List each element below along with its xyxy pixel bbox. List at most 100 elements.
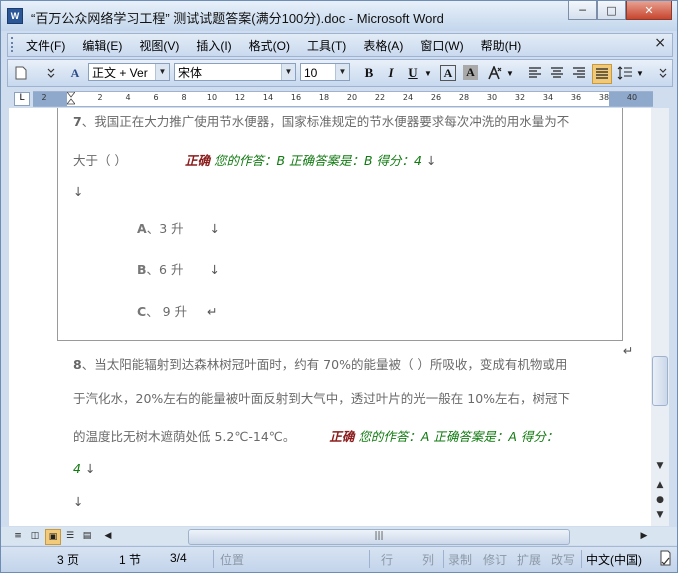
new-document-icon[interactable] (12, 64, 30, 82)
status-divider (581, 550, 582, 568)
q7-blank-text: 大于（ ） (73, 153, 127, 168)
outline-view-icon[interactable]: ☰ (63, 529, 77, 543)
status-extend[interactable]: 扩展 (517, 551, 541, 568)
font-size-dropdown[interactable]: 10 ▼ (300, 63, 350, 81)
toolbar-overflow-icon[interactable] (654, 64, 672, 82)
status-language[interactable]: 中文(中国) (586, 551, 642, 568)
web-layout-icon[interactable]: ◫ (28, 529, 42, 543)
menu-help[interactable]: 帮助(H) (481, 37, 522, 54)
tab-selector-button[interactable]: L (14, 92, 30, 106)
underline-button[interactable]: U (404, 64, 422, 82)
ruler-mark: 30 (486, 93, 498, 102)
style-dropdown[interactable]: 正文 + Ver ▼ (88, 63, 170, 81)
font-value: 宋体 (178, 66, 203, 80)
ruler-mark: 10 (206, 93, 218, 102)
option-text: 、 9 升 (146, 304, 188, 319)
table-border-left (57, 108, 58, 340)
cell-end-mark: ↵ (623, 343, 633, 358)
select-browse-object-icon[interactable]: ● (653, 495, 667, 505)
formatting-toolbar: A 正文 + Ver ▼ 宋体 ▼ 10 ▼ B I U ▼ A A ▼ ▼ (7, 59, 673, 87)
status-section: 1 节 (119, 553, 142, 567)
print-layout-icon[interactable]: ▣ (45, 529, 61, 545)
toolbar-options-icon[interactable] (42, 64, 60, 82)
vertical-scrollbar[interactable]: ▼ ▲ ● ▼ (651, 108, 669, 526)
justify-icon[interactable] (592, 64, 612, 84)
underline-dropdown-icon[interactable]: ▼ (424, 64, 432, 82)
horizontal-ruler[interactable]: 2 2 4 6 8 10 12 14 16 18 20 22 24 26 28 … (33, 91, 653, 107)
menu-bar: 文件(F) 编辑(E) 视图(V) 插入(I) 格式(O) 工具(T) 表格(A… (7, 33, 673, 57)
ruler-left-margin (33, 92, 67, 106)
maximize-button[interactable]: □ (597, 1, 626, 20)
indent-marker-icon[interactable] (67, 92, 75, 105)
q8-answer-text: 您的作答：A 正确答案是：A 得分： (358, 429, 559, 444)
text-effects-icon[interactable] (486, 64, 504, 82)
close-button[interactable]: ✕ (626, 1, 672, 20)
horizontal-scroll-thumb[interactable]: ||| (188, 529, 570, 545)
previous-page-icon[interactable]: ▲ (653, 480, 667, 490)
return-mark: ↵ (623, 343, 634, 358)
ruler-mark: 14 (262, 93, 274, 102)
status-overwrite[interactable]: 改写 (551, 551, 575, 568)
menu-file[interactable]: 文件(F) (26, 37, 65, 54)
menu-grip[interactable] (11, 37, 16, 52)
q7-number: 7 (73, 114, 82, 129)
vertical-scroll-thumb[interactable] (652, 356, 668, 406)
ruler-mark: 24 (402, 93, 414, 102)
ruler-mark: 36 (570, 93, 582, 102)
option-text: 、6 升 (146, 262, 184, 277)
scroll-down-arrow-icon[interactable]: ▼ (653, 461, 667, 471)
normal-view-icon[interactable]: ≡ (11, 529, 25, 543)
q7-text: 、我国正在大力推广使用节水便器，国家标准规定的节水便器要求每次冲洗的用水量为不 (81, 114, 570, 129)
ruler-mark: 4 (125, 93, 131, 102)
q7-option-c: C、 9 升 ↵ (137, 301, 218, 320)
q8-text-2: 于汽化水，20%左右的能量被叶面反射到大气中，透过叶片的光一般在 10%左右，树… (73, 391, 571, 406)
status-divider (213, 550, 214, 568)
menu-format[interactable]: 格式(O) (249, 37, 290, 54)
word-app-icon[interactable]: W (7, 8, 23, 24)
align-right-icon[interactable] (570, 64, 588, 82)
text-effects-dropdown-icon[interactable]: ▼ (506, 64, 514, 82)
align-left-icon[interactable] (526, 64, 544, 82)
minimize-button[interactable]: ─ (568, 1, 597, 20)
align-center-icon[interactable] (548, 64, 566, 82)
bold-button[interactable]: B (360, 64, 378, 82)
status-bar: 3 页 1 节 3/4 位置 行 列 录制 修订 扩展 改写 中文(中国) (1, 546, 677, 572)
line-spacing-dropdown-icon[interactable]: ▼ (636, 64, 644, 82)
document-page[interactable]: 7、我国正在大力推广使用节水便器，国家标准规定的节水便器要求每次冲洗的用水量为不… (9, 108, 651, 526)
menu-tools[interactable]: 工具(T) (307, 37, 346, 54)
status-page: 3 页 (57, 553, 80, 567)
option-letter: A (137, 221, 147, 236)
q7-option-a: A、3 升 ↓ (137, 218, 220, 237)
paragraph-mark: ↓ (73, 494, 84, 509)
menu-insert[interactable]: 插入(I) (196, 37, 231, 54)
menu-table[interactable]: 表格(A) (363, 37, 403, 54)
spelling-status-icon[interactable] (659, 550, 671, 569)
reading-view-icon[interactable]: ▤ (80, 529, 94, 543)
font-size-value: 10 (304, 66, 318, 80)
menu-edit[interactable]: 编辑(E) (82, 37, 122, 54)
next-page-icon[interactable]: ▼ (653, 510, 667, 520)
q8-line1: 8、当太阳能辐射到达森林树冠叶面时，约有 70%的能量被（ ）所吸收，变成有机物… (73, 354, 567, 373)
close-document-button[interactable]: × (654, 35, 666, 51)
ruler-mark: 8 (181, 93, 187, 102)
scroll-right-arrow-icon[interactable]: ▶ (637, 529, 651, 543)
q8-text-1: 、当太阳能辐射到达森林树冠叶面时，约有 70%的能量被（ ）所吸收，变成有机物或… (81, 357, 568, 372)
char-border-button[interactable]: A (440, 65, 456, 81)
table-border-right (622, 108, 623, 340)
char-shading-button[interactable]: A (463, 65, 478, 80)
font-dropdown[interactable]: 宋体 ▼ (174, 63, 296, 81)
styles-pane-icon[interactable]: A (66, 64, 84, 82)
title-bar: W “百万公众网络学习工程” 测试试题答案(满分100分).doc - Micr… (1, 1, 677, 31)
status-divider (369, 550, 370, 568)
status-revision[interactable]: 修订 (483, 551, 507, 568)
option-text: 、3 升 (146, 221, 184, 236)
scroll-left-arrow-icon[interactable]: ◀ (101, 529, 115, 543)
q8-line3: 的温度比无树木遮荫处低 5.2℃-14℃。 正确 您的作答：A 正确答案是：A … (73, 426, 558, 445)
menu-window[interactable]: 窗口(W) (420, 37, 463, 54)
status-record[interactable]: 录制 (448, 551, 472, 568)
menu-view[interactable]: 视图(V) (139, 37, 179, 54)
return-mark: ↵ (207, 304, 218, 319)
italic-button[interactable]: I (382, 64, 400, 82)
line-spacing-icon[interactable] (616, 64, 634, 82)
paragraph-mark: ↓ (73, 184, 84, 199)
